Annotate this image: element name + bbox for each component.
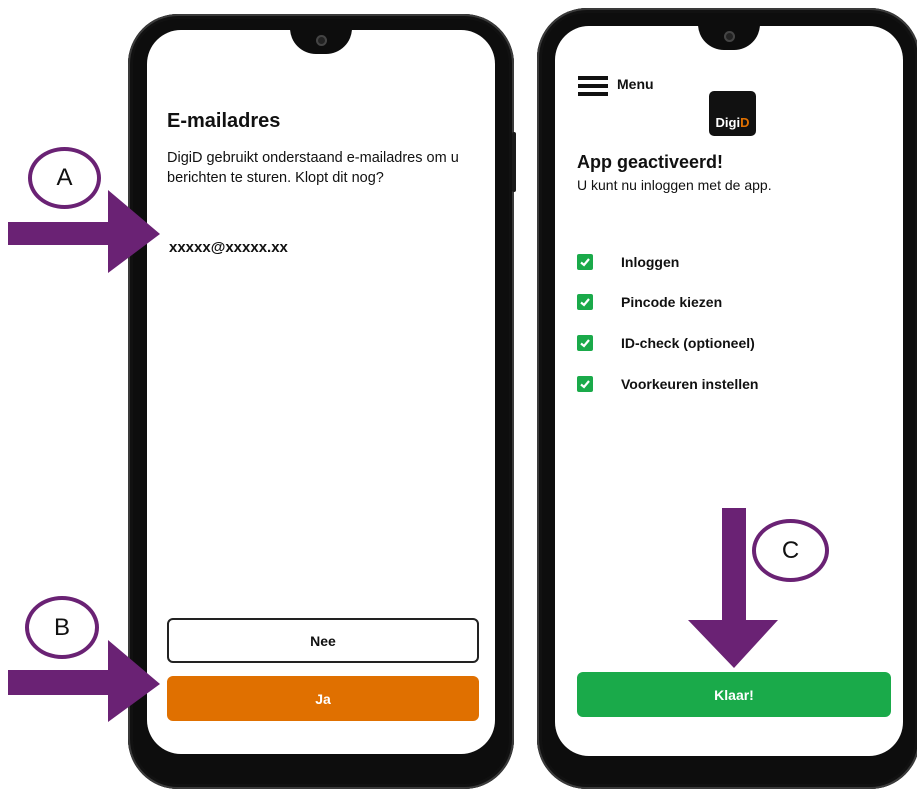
annotation-c: C bbox=[752, 519, 829, 582]
annotation-b: B bbox=[25, 596, 99, 659]
annotation-a: A bbox=[28, 147, 101, 209]
annotation-arrows bbox=[8, 190, 778, 722]
